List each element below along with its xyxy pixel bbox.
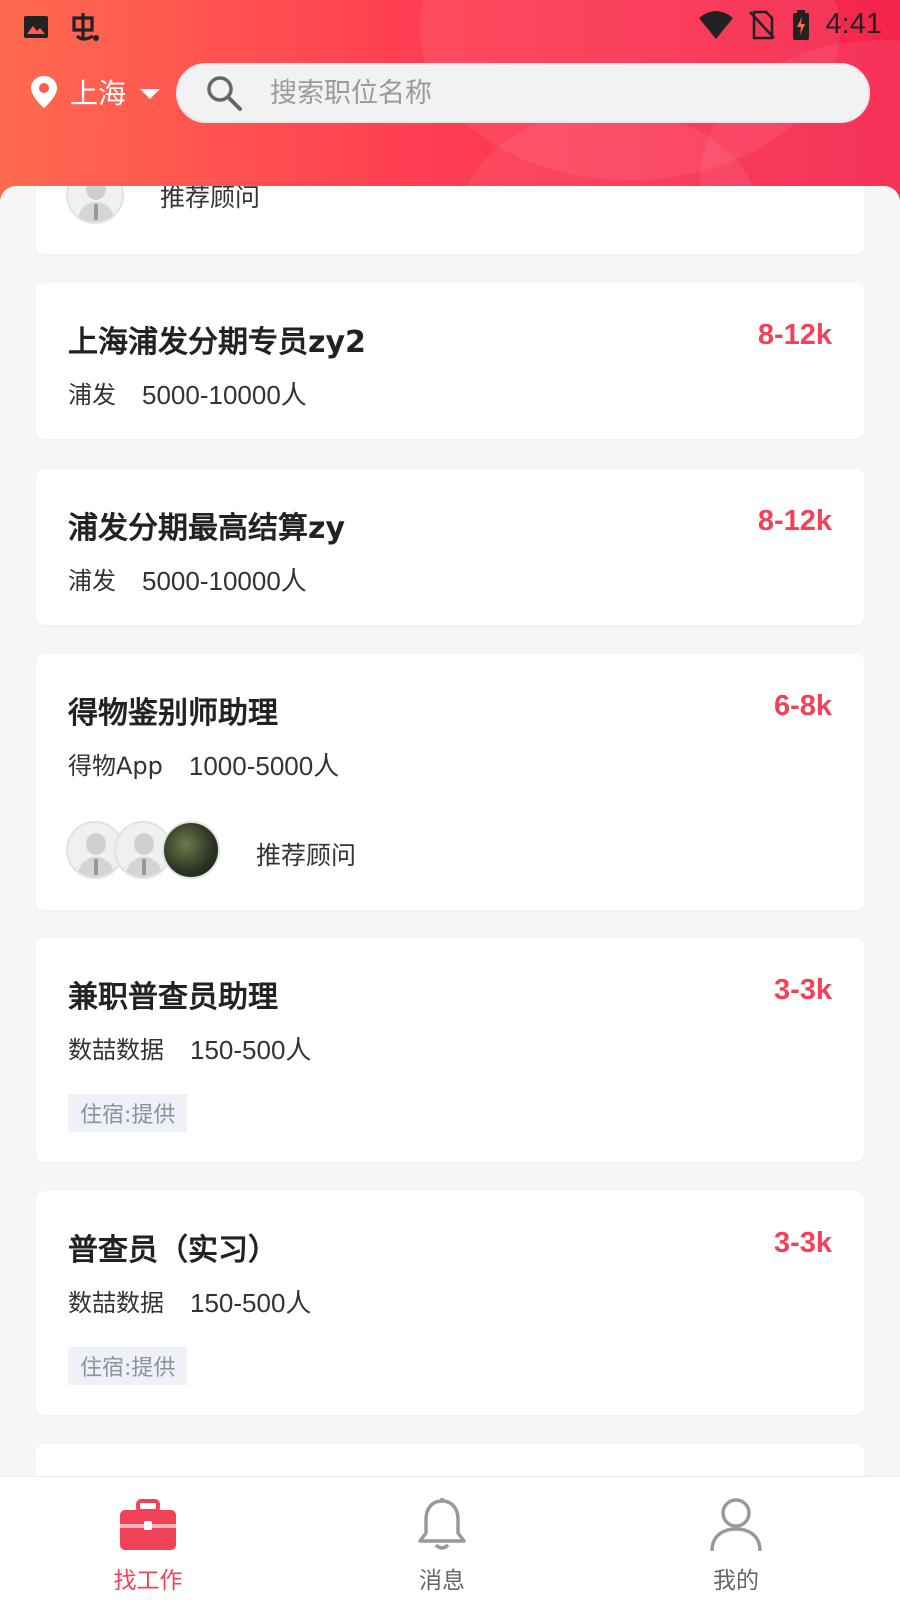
job-salary: 3-3k <box>773 1227 832 1259</box>
city-label: 上海 <box>70 77 127 110</box>
advisor-label: 推荐顾问 <box>256 841 357 870</box>
job-list[interactable]: 推荐顾问 上海浦发分期专员zy2 8-12k 浦发 5000-10000人 浦发… <box>0 186 900 1476</box>
tab-label: 我的 <box>713 1568 759 1594</box>
no-sim-icon <box>748 10 775 39</box>
search-bar[interactable] <box>176 63 870 123</box>
company-size: 5000-10000人 <box>142 380 307 410</box>
job-card[interactable]: 得物鉴别师助理 6-8k 得物App 1000-5000人 推荐顾问 <box>36 654 864 910</box>
job-salary: 3-3k <box>773 974 832 1006</box>
job-card-partial[interactable] <box>36 1444 864 1476</box>
company-name: 浦发 <box>68 381 116 409</box>
wifi-icon <box>698 10 733 39</box>
company-name: 浦发 <box>68 567 116 595</box>
tab-messages[interactable]: 消息 <box>342 1477 542 1600</box>
job-card[interactable]: 普查员（实习） 3-3k 数喆数据 150-500人 住宿:提供 <box>36 1191 864 1415</box>
advisor-label: 推荐顾问 <box>160 186 261 212</box>
company-size: 5000-10000人 <box>142 566 307 596</box>
tab-label: 找工作 <box>113 1568 183 1594</box>
company-name: 得物App <box>68 752 163 780</box>
job-title: 兼职普查员助理 <box>68 980 278 1015</box>
tab-find-job[interactable]: 找工作 <box>48 1477 248 1600</box>
job-title: 普查员（实习） <box>68 1233 278 1268</box>
app-logo-icon <box>72 13 99 41</box>
benefit-tag: 住宿:提供 <box>68 1094 188 1132</box>
image-icon <box>24 16 48 38</box>
advisor-avatar-photo <box>162 821 220 879</box>
company-size: 1000-5000人 <box>188 751 340 781</box>
job-card[interactable]: 浦发分期最高结算zy 8-12k 浦发 5000-10000人 <box>36 469 864 625</box>
tab-label: 消息 <box>419 1568 465 1594</box>
bottom-tab-bar: 找工作 消息 我的 <box>0 1476 900 1600</box>
advisor-avatars[interactable] <box>66 821 220 879</box>
company-size: 150-500人 <box>190 1035 312 1065</box>
company-info: 数喆数据 150-500人 <box>68 1030 311 1067</box>
job-title: 得物鉴别师助理 <box>68 696 278 731</box>
company-info: 数喆数据 150-500人 <box>68 1283 311 1320</box>
battery-charging-icon <box>792 9 809 40</box>
briefcase-icon <box>120 1499 176 1550</box>
tab-profile[interactable]: 我的 <box>636 1477 836 1600</box>
company-size: 150-500人 <box>190 1288 312 1318</box>
job-title: 浦发分期最高结算zy <box>68 511 346 546</box>
person-icon <box>710 1498 762 1552</box>
job-salary: 6-8k <box>773 690 832 722</box>
company-info: 浦发 5000-10000人 <box>68 561 307 598</box>
job-card[interactable]: 上海浦发分期专员zy2 8-12k 浦发 5000-10000人 <box>36 283 864 439</box>
clock: 4:41 <box>825 8 882 40</box>
company-name: 数喆数据 <box>68 1036 164 1064</box>
job-salary: 8-12k <box>757 319 832 351</box>
job-card[interactable]: 兼职普查员助理 3-3k 数喆数据 150-500人 住宿:提供 <box>36 938 864 1162</box>
chevron-down-icon <box>140 89 161 99</box>
job-salary: 8-12k <box>757 505 832 537</box>
location-pin-icon <box>31 76 57 108</box>
status-bar: 4:41 <box>0 0 900 52</box>
advisor-avatar <box>66 186 124 224</box>
search-input[interactable] <box>270 77 830 109</box>
company-info: 浦发 5000-10000人 <box>68 375 307 412</box>
benefit-tag: 住宿:提供 <box>68 1347 188 1385</box>
bell-icon <box>418 1498 466 1550</box>
city-selector[interactable]: 上海 <box>30 62 161 122</box>
company-info: 得物App 1000-5000人 <box>68 746 339 783</box>
job-title: 上海浦发分期专员zy2 <box>68 325 366 360</box>
app-header: 4:41 上海 <box>0 0 900 200</box>
company-name: 数喆数据 <box>68 1289 164 1317</box>
search-icon <box>207 76 242 111</box>
job-card-partial[interactable]: 推荐顾问 <box>36 186 864 254</box>
